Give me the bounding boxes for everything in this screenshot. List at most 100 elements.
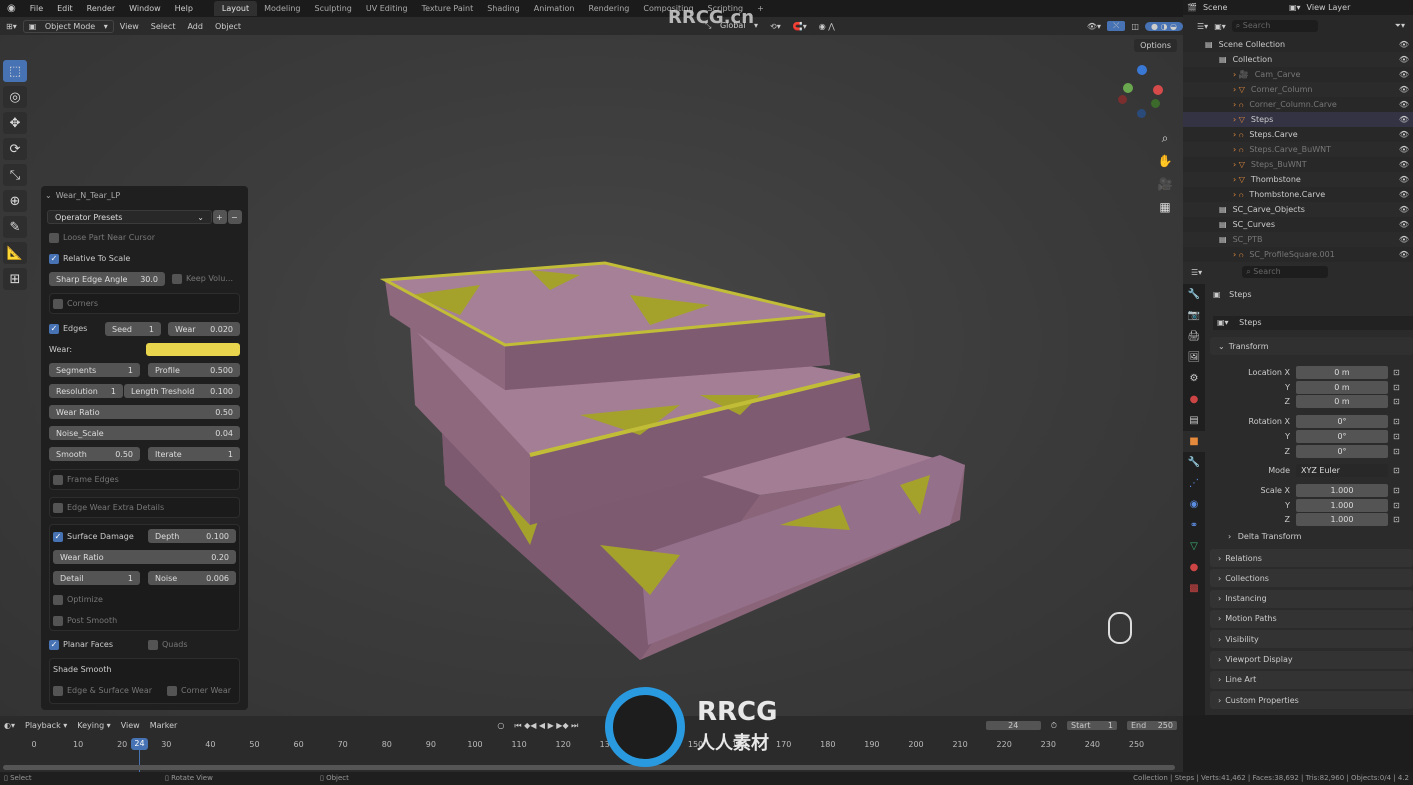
menu-window[interactable]: Window xyxy=(122,4,168,13)
property-field[interactable]: 0 m xyxy=(1296,380,1388,394)
shading-solid-icon[interactable]: ● ◑ ◒ xyxy=(1144,21,1183,31)
collection-tab-icon[interactable]: ▤ xyxy=(1183,410,1205,431)
smooth-field[interactable]: Smooth 0.50 xyxy=(49,447,140,461)
visibility-eye-icon[interactable]: 👁 xyxy=(1399,145,1409,154)
rotate-tool-icon[interactable]: ⟳ xyxy=(3,138,27,160)
editor-type-icon[interactable]: ☰▾ xyxy=(1191,268,1202,277)
panel-header[interactable]: › Collections xyxy=(1210,569,1413,588)
resolution-field[interactable]: Resolution 1 xyxy=(49,384,123,398)
panel-header[interactable]: › Line Art xyxy=(1210,670,1413,689)
outliner-item[interactable]: ▤ SC_PTB 👁 xyxy=(1183,232,1413,247)
property-field[interactable]: 0 m xyxy=(1296,366,1388,379)
visibility-eye-icon[interactable]: 👁 xyxy=(1399,100,1409,109)
wear-field[interactable]: Wear 0.020 xyxy=(168,322,240,336)
particles-tab-icon[interactable]: ⋰ xyxy=(1183,473,1205,494)
scene-icon[interactable]: 🎬 xyxy=(1187,3,1197,12)
snap-icon[interactable]: 🧲▾ xyxy=(787,22,813,31)
move-tool-icon[interactable]: ✥ xyxy=(3,112,27,134)
property-field[interactable]: 1.000 xyxy=(1296,498,1388,512)
object-name-field[interactable]: ▣▾ Steps xyxy=(1213,316,1413,330)
panel-header[interactable]: › Relations xyxy=(1210,549,1413,567)
menu-render[interactable]: Render xyxy=(80,4,122,13)
depth-field[interactable]: Depth 0.100 xyxy=(148,529,236,543)
outliner-item[interactable]: ▤ Scene Collection 👁 xyxy=(1183,37,1413,52)
filter-view-icon[interactable]: ▣▾ xyxy=(1214,22,1226,31)
pivot-icon[interactable]: ⟲▾ xyxy=(764,22,787,31)
outliner-item[interactable]: › ဂ Thombstone.Carve 👁 xyxy=(1183,187,1413,202)
visibility-eye-icon[interactable]: 👁 xyxy=(1399,115,1409,124)
frame-edges-checkbox[interactable]: Frame Edges xyxy=(53,472,119,487)
operator-title[interactable]: ⌄ Wear_N_Tear_LP xyxy=(45,188,120,203)
menu-add[interactable]: Add xyxy=(181,22,209,31)
lock-icon[interactable]: ⊡ xyxy=(1393,368,1400,377)
planar-faces-checkbox[interactable]: ✓ Planar Faces xyxy=(49,637,113,652)
frame-ruler[interactable]: 0102030405060708090100110120130140150160… xyxy=(0,716,1183,772)
zoom-icon[interactable]: ⌕ xyxy=(1156,127,1174,150)
outliner-item[interactable]: › ▽ Thombstone 👁 xyxy=(1183,172,1413,187)
menu-view[interactable]: View xyxy=(114,22,145,31)
pan-hand-icon[interactable]: ✋ xyxy=(1156,150,1174,173)
tab-modeling[interactable]: Modeling xyxy=(257,4,307,13)
outliner-item[interactable]: › ဂ Corner_Column.Carve 👁 xyxy=(1183,97,1413,112)
menu-edit[interactable]: Edit xyxy=(50,4,80,13)
menu-select[interactable]: Select xyxy=(145,22,182,31)
visibility-eye-icon[interactable]: 👁 xyxy=(1399,70,1409,79)
blender-logo-icon[interactable]: ◉ xyxy=(0,3,23,14)
noise-scale-slider[interactable]: Noise_Scale 0.04 xyxy=(49,426,240,440)
add-preset-button[interactable]: + xyxy=(213,210,227,224)
operator-presets-dropdown[interactable]: Operator Presets ⌄ xyxy=(47,210,212,224)
constraints-tab-icon[interactable]: ⚭ xyxy=(1183,515,1205,536)
tab-sculpting[interactable]: Sculpting xyxy=(308,4,359,13)
timeline-scrollbar[interactable] xyxy=(3,765,1175,770)
lock-icon[interactable]: ⊡ xyxy=(1393,515,1400,524)
texture-tab-icon[interactable]: ▩ xyxy=(1183,578,1205,599)
property-field[interactable]: 0° xyxy=(1296,415,1388,429)
tab-uv-editing[interactable]: UV Editing xyxy=(359,4,415,13)
physics-tab-icon[interactable]: ◉ xyxy=(1183,494,1205,515)
scene-selector[interactable]: Scene xyxy=(1203,3,1283,12)
delta-transform-header[interactable]: › Delta Transform xyxy=(1228,532,1301,541)
surface-wear-ratio-slider[interactable]: Wear Ratio 0.20 xyxy=(53,550,236,564)
visibility-eye-icon[interactable]: 👁 xyxy=(1399,205,1409,214)
outliner-item[interactable]: › ဂ Steps.Carve 👁 xyxy=(1183,127,1413,142)
editor-type-icon[interactable]: ⊞▾ xyxy=(0,22,23,31)
relative-to-scale-checkbox[interactable]: ✓ Relative To Scale xyxy=(49,251,130,266)
visibility-eye-icon[interactable]: 👁 xyxy=(1399,235,1409,244)
filter-icon[interactable]: ⏷▾ xyxy=(1395,21,1405,31)
outliner-item[interactable]: ▤ SC_Carve_Objects 👁 xyxy=(1183,202,1413,217)
menu-help[interactable]: Help xyxy=(168,4,200,13)
lock-icon[interactable]: ⊡ xyxy=(1393,383,1400,392)
property-field[interactable]: 0 m xyxy=(1296,395,1388,409)
navigation-gizmo[interactable] xyxy=(1115,63,1170,118)
proportional-edit-icon[interactable]: ◉ ⋀ xyxy=(813,22,841,31)
quads-checkbox[interactable]: Quads xyxy=(148,637,188,652)
lock-icon[interactable]: ⊡ xyxy=(1393,432,1400,441)
noise-field[interactable]: Noise 0.006 xyxy=(148,571,236,585)
tool-tab-icon[interactable]: 🔧 xyxy=(1183,284,1205,305)
transform-panel-header[interactable]: ⌄ Transform xyxy=(1210,337,1413,355)
cursor-tool-icon[interactable]: ◎ xyxy=(3,86,27,108)
view-layer-tab-icon[interactable]: 🖼 xyxy=(1183,347,1205,368)
outliner-item[interactable]: › ▽ Steps_BuWNT 👁 xyxy=(1183,157,1413,172)
overlay-toggle-icon[interactable]: ⤬ xyxy=(1107,21,1126,31)
tab-rendering[interactable]: Rendering xyxy=(582,4,637,13)
menu-object[interactable]: Object xyxy=(209,22,247,31)
visibility-eye-icon[interactable]: 👁 xyxy=(1399,190,1409,199)
view-layer-icon[interactable]: ▣▾ xyxy=(1289,3,1301,12)
seed-field[interactable]: Seed 1 xyxy=(105,322,161,336)
panel-header[interactable]: › Instancing xyxy=(1210,589,1413,608)
add-cube-tool-icon[interactable]: ⊞ xyxy=(3,268,27,290)
wear-color-swatch[interactable] xyxy=(146,343,240,356)
edge-wear-extra-checkbox[interactable]: Edge Wear Extra Details xyxy=(53,500,164,515)
visibility-eye-icon[interactable]: 👁 xyxy=(1399,130,1409,139)
view-layer-selector[interactable]: View Layer xyxy=(1307,3,1351,12)
length-threshold-field[interactable]: Length Treshold 0.100 xyxy=(124,384,240,398)
tab-shading[interactable]: Shading xyxy=(480,4,527,13)
lock-icon[interactable]: ⊡ xyxy=(1393,486,1400,495)
lock-icon[interactable]: ⊡ xyxy=(1393,447,1400,456)
property-field[interactable]: 0° xyxy=(1296,429,1388,443)
annotate-tool-icon[interactable]: ✎ xyxy=(3,216,27,238)
outliner-item[interactable]: › ▽ Corner_Column 👁 xyxy=(1183,82,1413,97)
scene-tab-icon[interactable]: ⚙ xyxy=(1183,368,1205,389)
detail-field[interactable]: Detail 1 xyxy=(53,571,140,585)
